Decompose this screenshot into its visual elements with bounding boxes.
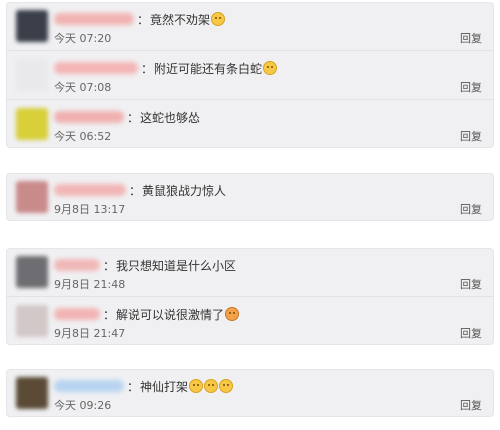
separator: ： xyxy=(129,183,142,198)
separator: ： xyxy=(103,258,116,273)
comment-text: 神仙打架 xyxy=(140,379,189,394)
reply-button[interactable]: 回复 xyxy=(460,276,482,292)
comment-item: ： 这蛇也够怂 今天 06:52 回复 xyxy=(6,100,494,148)
username-blurred[interactable] xyxy=(54,259,100,271)
comment-item: ： 竟然不劝架 今天 07:20 回复 xyxy=(6,2,494,51)
avatar[interactable] xyxy=(16,59,48,91)
comment-item: ： 黄鼠狼战力惊人 9月8日 13:17 回复 xyxy=(6,173,494,221)
username-blurred[interactable] xyxy=(54,184,126,196)
comment-group-1: ： 竟然不劝架 今天 07:20 回复 ： 附近可能还有条白蛇 今天 07:08… xyxy=(6,2,494,148)
comment-group-3: ： 我只想知道是什么小区 9月8日 21:48 回复 ： 解说可以说很激情了 9… xyxy=(6,248,494,345)
grin-emoji-icon xyxy=(211,12,226,26)
separator: ： xyxy=(141,61,154,76)
reply-button[interactable]: 回复 xyxy=(460,79,482,95)
comment-text: 附近可能还有条白蛇 xyxy=(154,61,263,76)
comment-time: 9月8日 21:47 xyxy=(54,327,126,340)
reply-button[interactable]: 回复 xyxy=(460,325,482,341)
reply-button[interactable]: 回复 xyxy=(460,397,482,413)
comment-text: 竟然不劝架 xyxy=(150,12,211,27)
cat-face-emoji-icon xyxy=(219,379,234,393)
username-blurred[interactable] xyxy=(54,380,124,392)
separator: ： xyxy=(103,307,116,322)
cat-face-emoji-icon xyxy=(263,61,278,75)
username-blurred[interactable] xyxy=(54,308,100,320)
comment-item: ： 解说可以说很激情了 9月8日 21:47 回复 xyxy=(6,297,494,345)
cat-face-emoji-icon xyxy=(204,379,219,393)
comment-time: 今天 09:26 xyxy=(54,399,112,412)
cat-face-emoji-icon xyxy=(189,379,204,393)
comment-time: 今天 07:20 xyxy=(54,32,112,45)
comment-item: ： 附近可能还有条白蛇 今天 07:08 回复 xyxy=(6,51,494,100)
cat-emoji-icon xyxy=(225,307,240,321)
comment-item: ： 神仙打架 今天 09:26 回复 xyxy=(6,369,494,417)
comment-item: ： 我只想知道是什么小区 9月8日 21:48 回复 xyxy=(6,248,494,297)
comment-group-4: ： 神仙打架 今天 09:26 回复 xyxy=(6,369,494,417)
avatar[interactable] xyxy=(16,256,48,288)
separator: ： xyxy=(137,12,150,27)
username-blurred[interactable] xyxy=(54,13,134,25)
avatar[interactable] xyxy=(16,377,48,409)
comment-group-2: ： 黄鼠狼战力惊人 9月8日 13:17 回复 xyxy=(6,173,494,221)
avatar[interactable] xyxy=(16,10,48,42)
separator: ： xyxy=(127,379,140,394)
comment-text: 解说可以说很激情了 xyxy=(116,307,225,322)
avatar[interactable] xyxy=(16,108,48,140)
username-blurred[interactable] xyxy=(54,62,138,74)
username-blurred[interactable] xyxy=(54,111,124,123)
avatar[interactable] xyxy=(16,305,48,337)
separator: ： xyxy=(127,110,140,125)
reply-button[interactable]: 回复 xyxy=(460,201,482,217)
comment-time: 9月8日 21:48 xyxy=(54,278,126,291)
comment-text: 我只想知道是什么小区 xyxy=(116,258,237,273)
reply-button[interactable]: 回复 xyxy=(460,128,482,144)
avatar[interactable] xyxy=(16,181,48,213)
comment-text: 这蛇也够怂 xyxy=(140,110,201,125)
comment-time: 9月8日 13:17 xyxy=(54,203,126,216)
comment-text: 黄鼠狼战力惊人 xyxy=(142,183,227,198)
comment-time: 今天 06:52 xyxy=(54,130,112,143)
reply-button[interactable]: 回复 xyxy=(460,30,482,46)
comment-time: 今天 07:08 xyxy=(54,81,112,94)
